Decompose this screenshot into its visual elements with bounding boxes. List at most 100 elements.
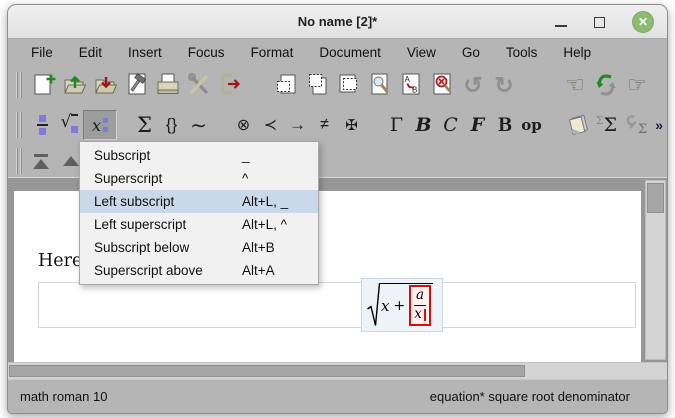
denominator: x bbox=[414, 307, 422, 323]
math-toolbar: √ x Σ {} ∼ ⊗ ≺ → ≠ ✠ Γ B C F B op ΣΣ Σ » bbox=[8, 105, 667, 145]
replace-icon: AB bbox=[398, 71, 424, 99]
open-document-icon bbox=[62, 71, 88, 99]
cut-button[interactable] bbox=[272, 68, 302, 102]
subscript-icon: x bbox=[92, 116, 108, 135]
toolbar-grip[interactable] bbox=[16, 148, 22, 174]
menu-help[interactable]: Help bbox=[550, 42, 604, 63]
menu-insert[interactable]: Insert bbox=[115, 42, 175, 63]
forward-button[interactable]: ☞ bbox=[622, 68, 652, 102]
blackboard-bold-button[interactable]: B bbox=[491, 110, 518, 140]
calligraphic-button[interactable]: C bbox=[437, 110, 464, 140]
minimize-button[interactable] bbox=[555, 25, 567, 27]
menu-format[interactable]: Format bbox=[238, 42, 307, 63]
notebook-button[interactable] bbox=[563, 110, 593, 140]
close-button[interactable]: ✕ bbox=[632, 11, 654, 33]
braces-button[interactable]: {} bbox=[158, 110, 185, 140]
status-right: equation* square root denominator bbox=[430, 389, 630, 404]
vertical-scrollbar-thumb[interactable] bbox=[647, 183, 664, 213]
menu-item-superscript-above[interactable]: Superscript above Alt+A bbox=[80, 259, 318, 282]
redo-icon: ↻ bbox=[494, 74, 513, 97]
save-document-icon bbox=[93, 71, 119, 99]
statusbar: math roman 10 equation* square root deno… bbox=[8, 379, 667, 413]
menu-tools[interactable]: Tools bbox=[493, 42, 551, 63]
reload-button[interactable] bbox=[591, 68, 621, 102]
equation-block[interactable]: x + a x bbox=[38, 282, 636, 328]
maximize-button[interactable] bbox=[594, 17, 605, 28]
fraktur-button[interactable]: F bbox=[464, 110, 491, 140]
square-root-button[interactable]: √ bbox=[56, 110, 83, 140]
square-root-icon: √ bbox=[61, 112, 79, 138]
back-button[interactable]: ☜ bbox=[560, 68, 590, 102]
titlebar[interactable]: No name [2]* ✕ bbox=[8, 5, 667, 39]
wrench-sigma-icon: Σ bbox=[622, 114, 647, 137]
hand-right-icon: ☞ bbox=[627, 74, 647, 96]
neq-button[interactable]: ≠ bbox=[311, 110, 338, 140]
paragraph-text: Here bbox=[38, 251, 82, 271]
horizontal-scrollbar[interactable] bbox=[8, 362, 667, 379]
toolbar-grip[interactable] bbox=[16, 72, 22, 98]
fraction-icon bbox=[37, 115, 48, 135]
menu-file[interactable]: File bbox=[18, 42, 66, 63]
app-window: No name [2]* ✕ File Edit Insert Focus Fo… bbox=[7, 4, 668, 414]
menu-item-subscript-below[interactable]: Subscript below Alt+B bbox=[80, 236, 318, 259]
vertical-scrollbar[interactable] bbox=[645, 180, 666, 360]
fraction: a x bbox=[414, 288, 426, 323]
rightarrow-button[interactable]: → bbox=[284, 110, 311, 140]
fraction-button[interactable] bbox=[29, 110, 56, 140]
status-left: math roman 10 bbox=[20, 389, 107, 404]
bold-button[interactable]: B bbox=[410, 110, 437, 140]
copy-button[interactable] bbox=[303, 68, 333, 102]
text-caret bbox=[424, 309, 426, 321]
menu-item-left-subscript[interactable]: Left subscript Alt+L, _ bbox=[80, 190, 318, 213]
formula-focus-box[interactable]: x + a x bbox=[361, 278, 443, 332]
menu-view[interactable]: View bbox=[394, 42, 449, 63]
paste-button[interactable] bbox=[334, 68, 364, 102]
menu-item-subscript[interactable]: Subscript _ bbox=[80, 144, 318, 167]
build-button[interactable] bbox=[122, 68, 152, 102]
find-icon bbox=[367, 71, 393, 99]
svg-text:A: A bbox=[405, 75, 411, 84]
customize-math-button[interactable]: Σ bbox=[620, 110, 649, 140]
toolbar-overflow-button[interactable]: » bbox=[655, 117, 663, 133]
open-document-button[interactable] bbox=[60, 68, 90, 102]
big-operator-button[interactable]: Σ bbox=[131, 110, 158, 140]
shortcut-label: ^ bbox=[242, 171, 304, 186]
menu-edit[interactable]: Edit bbox=[66, 42, 115, 63]
menu-item-superscript[interactable]: Superscript ^ bbox=[80, 167, 318, 190]
spell-check-icon bbox=[429, 71, 455, 99]
print-button[interactable] bbox=[153, 68, 183, 102]
toolbar-grip[interactable] bbox=[16, 112, 22, 138]
find-button[interactable] bbox=[365, 68, 395, 102]
shortcut-label: _ bbox=[242, 148, 304, 163]
menu-document[interactable]: Document bbox=[306, 42, 394, 63]
spell-check-button[interactable] bbox=[427, 68, 457, 102]
exit-left-button[interactable] bbox=[29, 150, 53, 172]
redo-button[interactable]: ↻ bbox=[489, 68, 519, 102]
subscript-superscript-button[interactable]: x bbox=[83, 110, 117, 140]
numerator: a bbox=[416, 288, 424, 304]
replace-button[interactable]: AB bbox=[396, 68, 426, 102]
export-button[interactable] bbox=[215, 68, 245, 102]
undo-button[interactable]: ↺ bbox=[458, 68, 488, 102]
symbol-palette-button[interactable]: ΣΣ bbox=[593, 110, 620, 140]
greek-letter-button[interactable]: Γ bbox=[383, 110, 410, 140]
accent-button[interactable]: ∼ bbox=[185, 110, 212, 140]
new-document-button[interactable] bbox=[29, 68, 59, 102]
radicand: x + a x bbox=[380, 283, 433, 327]
save-document-button[interactable] bbox=[91, 68, 121, 102]
menu-item-left-superscript[interactable]: Left superscript Alt+L, ^ bbox=[80, 213, 318, 236]
triangle-up-icon bbox=[63, 156, 79, 166]
exit-left-icon bbox=[34, 154, 48, 157]
main-toolbar: AB ↺ ↻ ☜ ☞ bbox=[8, 65, 667, 105]
cursor-focus-box[interactable]: a x bbox=[409, 285, 431, 326]
prec-button[interactable]: ≺ bbox=[257, 110, 284, 140]
operator-name-button[interactable]: op bbox=[518, 110, 545, 140]
horizontal-scrollbar-thumb[interactable] bbox=[9, 365, 525, 377]
menu-go[interactable]: Go bbox=[449, 42, 493, 63]
menu-focus[interactable]: Focus bbox=[175, 42, 238, 63]
maltese-cross-button[interactable]: ✠ bbox=[338, 110, 365, 140]
otimes-button[interactable]: ⊗ bbox=[230, 110, 257, 140]
sigma-palette-icon: ΣΣ bbox=[596, 114, 617, 136]
preferences-button[interactable] bbox=[184, 68, 214, 102]
hammer-icon bbox=[124, 71, 150, 99]
